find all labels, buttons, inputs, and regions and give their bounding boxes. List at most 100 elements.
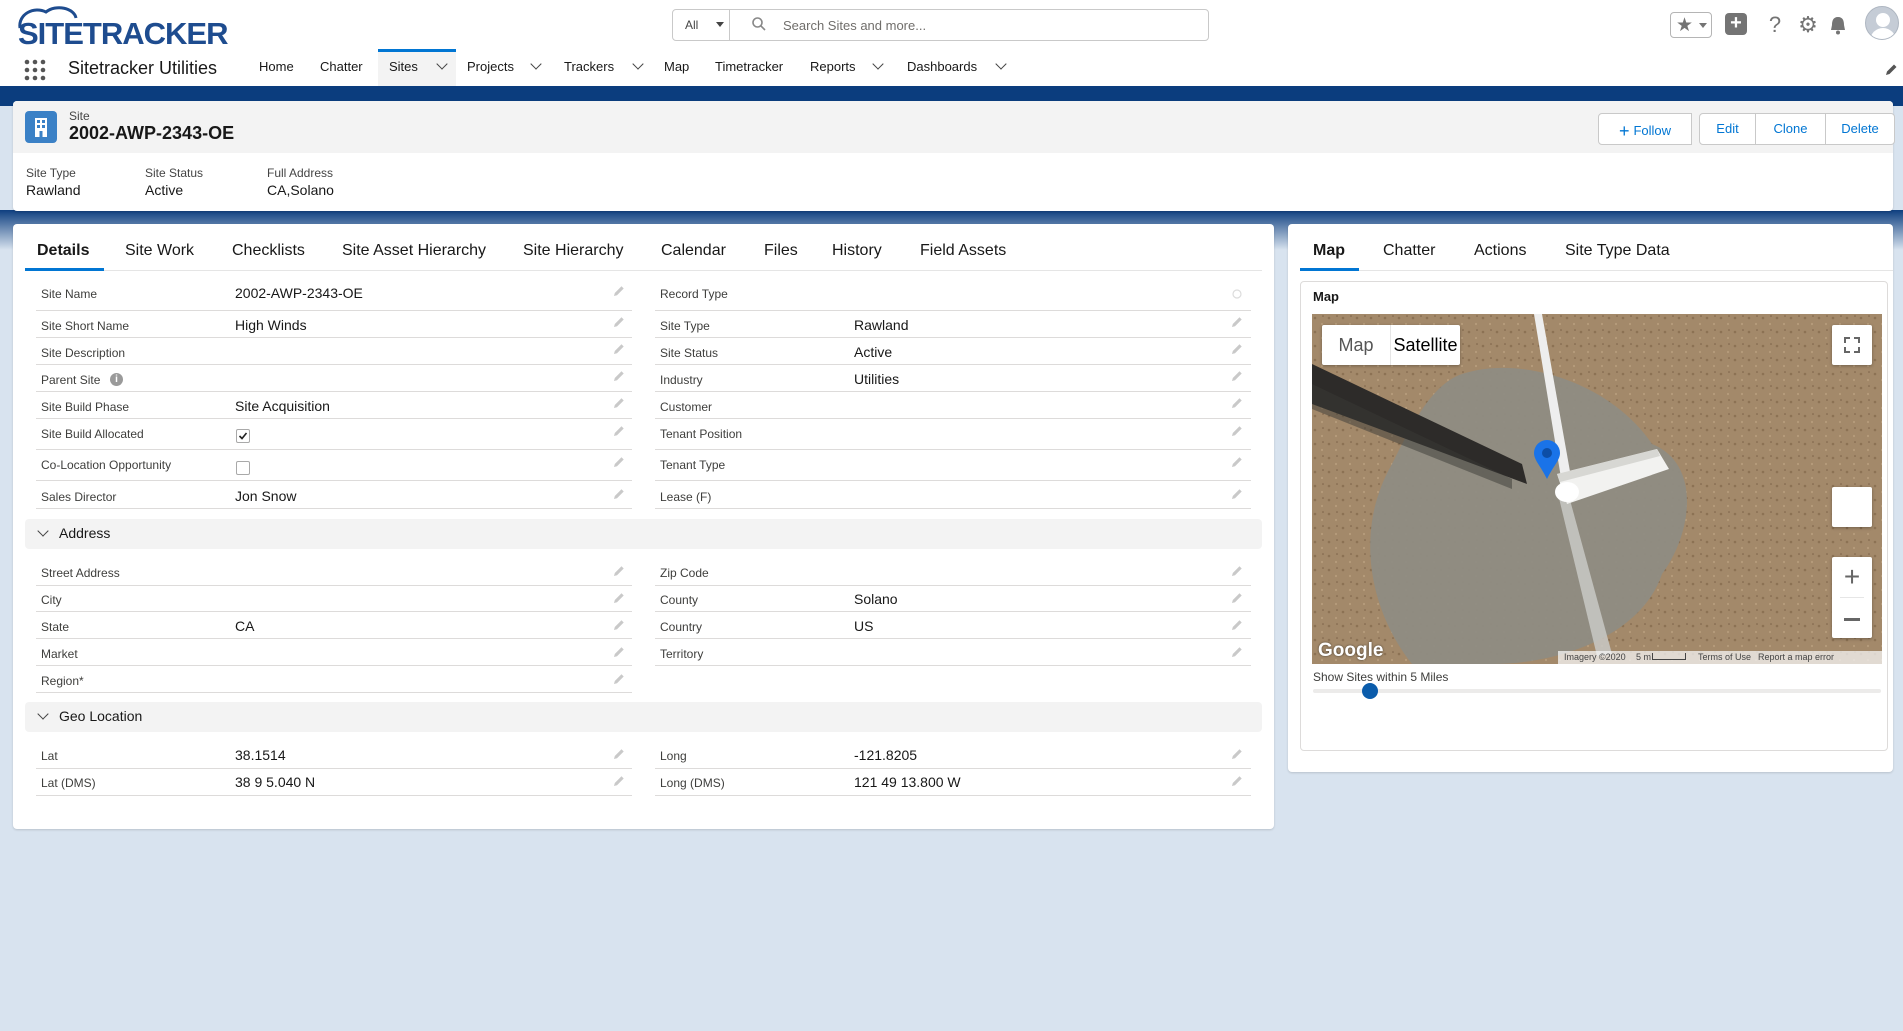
fullscreen-button[interactable]: [1832, 325, 1872, 365]
field-value-site-name: 2002-AWP-2343-OE: [235, 285, 363, 301]
tab-details[interactable]: Details: [37, 242, 89, 260]
tab-files[interactable]: Files: [764, 242, 798, 260]
checkmark-icon: [238, 432, 248, 440]
edit-pencil-icon[interactable]: [1231, 646, 1243, 658]
tab-site-hierarchy[interactable]: Site Hierarchy: [523, 242, 623, 260]
nav-item-projects[interactable]: Projects: [467, 58, 542, 74]
zoom-out-minus-icon[interactable]: [1844, 618, 1860, 621]
field-value-sales-director: Jon Snow: [235, 488, 297, 504]
sidetab-site-type-data[interactable]: Site Type Data: [1565, 242, 1670, 260]
app-launcher-icon[interactable]: [24, 59, 46, 81]
edit-pencil-icon[interactable]: [1231, 592, 1243, 604]
report-map-error-link[interactable]: Report a map error: [1758, 652, 1834, 662]
map-type-satellite-button[interactable]: Satellite: [1390, 325, 1460, 365]
edit-pencil-icon[interactable]: [613, 775, 625, 787]
google-logo[interactable]: Google: [1318, 640, 1383, 662]
nav-item-timetracker[interactable]: Timetracker: [715, 59, 783, 74]
edit-pencil-icon[interactable]: [613, 316, 625, 328]
nav-item-trackers[interactable]: Trackers: [564, 58, 644, 74]
edit-pencil-icon[interactable]: [613, 488, 625, 500]
sidetab-map[interactable]: Map: [1313, 242, 1345, 260]
tab-calendar[interactable]: Calendar: [661, 242, 726, 260]
edit-pencil-icon[interactable]: [613, 370, 625, 382]
edit-pencil-icon[interactable]: [613, 646, 625, 658]
user-avatar[interactable]: [1865, 6, 1899, 40]
edit-pencil-icon[interactable]: [613, 673, 625, 685]
delete-button[interactable]: Delete: [1825, 113, 1895, 145]
field-divider: [36, 665, 632, 666]
edit-pencil-icon[interactable]: [613, 619, 625, 631]
section-geo-location-header[interactable]: Geo Location: [25, 702, 1262, 732]
field-label-parent-site: Parent Site: [41, 373, 101, 387]
radius-slider-track[interactable]: [1313, 689, 1881, 693]
sidetab-actions[interactable]: Actions: [1474, 242, 1526, 260]
chevron-down-icon[interactable]: [995, 58, 1007, 70]
map-type-map-button[interactable]: Map: [1322, 325, 1390, 365]
chevron-down-icon[interactable]: [632, 58, 644, 70]
edit-pencil-icon[interactable]: [1231, 565, 1243, 577]
edit-pencil-icon[interactable]: [613, 425, 625, 437]
edit-pencil-icon[interactable]: [1231, 748, 1243, 760]
search-scope-select[interactable]: All: [672, 9, 730, 41]
edit-pencil-icon[interactable]: [1231, 488, 1243, 500]
nav-item-chatter[interactable]: Chatter: [320, 59, 363, 74]
sidetab-chatter[interactable]: Chatter: [1383, 242, 1435, 260]
edit-pencil-icon[interactable]: [613, 397, 625, 409]
zoom-in-plus-icon[interactable]: +: [1832, 557, 1872, 597]
info-icon[interactable]: i: [110, 373, 123, 386]
imagery-attribution: Imagery ©2020: [1564, 652, 1626, 662]
terms-of-use-link[interactable]: Terms of Use: [1698, 652, 1751, 662]
chevron-down-icon[interactable]: [530, 58, 542, 70]
edit-pencil-icon[interactable]: [1231, 456, 1243, 468]
global-create-plus-icon[interactable]: +: [1725, 13, 1747, 35]
edit-pencil-icon[interactable]: [613, 565, 625, 577]
nav-item-sites[interactable]: Sites: [389, 58, 448, 74]
edit-pencil-icon[interactable]: [613, 592, 625, 604]
edit-pencil-icon[interactable]: [1231, 775, 1243, 787]
field-label-region: Region*: [41, 674, 84, 688]
tab-history[interactable]: History: [832, 242, 882, 260]
edit-nav-pencil-icon[interactable]: [1884, 63, 1898, 77]
chevron-down-icon[interactable]: [436, 58, 448, 70]
clone-button[interactable]: Clone: [1755, 113, 1826, 145]
help-icon[interactable]: ?: [1762, 12, 1788, 38]
section-address-header[interactable]: Address: [25, 519, 1262, 549]
global-search-input[interactable]: Search Sites and more...: [729, 9, 1209, 41]
notifications-bell-icon[interactable]: [1827, 14, 1849, 36]
edit-pencil-icon[interactable]: [1231, 343, 1243, 355]
nav-item-map[interactable]: Map: [664, 59, 689, 74]
edit-pencil-icon[interactable]: [613, 748, 625, 760]
tab-site-asset-hierarchy[interactable]: Site Asset Hierarchy: [342, 242, 486, 260]
field-value-country: US: [854, 618, 874, 634]
edit-pencil-icon[interactable]: [1231, 425, 1243, 437]
logo-text: SITETRACKER: [18, 16, 228, 51]
nav-item-dashboards[interactable]: Dashboards: [907, 58, 1007, 74]
map-location-pin-icon[interactable]: [1532, 439, 1562, 481]
edit-pencil-icon[interactable]: [613, 285, 625, 297]
nav-item-home[interactable]: Home: [259, 59, 294, 74]
field-divider: [36, 692, 632, 693]
tab-checklists[interactable]: Checklists: [232, 242, 305, 260]
edit-button[interactable]: Edit: [1699, 113, 1756, 145]
nav-item-reports[interactable]: Reports: [810, 58, 884, 74]
field-label-site-description: Site Description: [41, 346, 126, 360]
edit-pencil-icon[interactable]: [613, 343, 625, 355]
edit-pencil-icon[interactable]: [1231, 370, 1243, 382]
tab-field-assets[interactable]: Field Assets: [920, 242, 1006, 260]
star-icon: ★: [1676, 15, 1694, 36]
favorites-button[interactable]: ★: [1670, 12, 1712, 38]
tab-site-work[interactable]: Site Work: [125, 242, 194, 260]
map-scale-label[interactable]: 5 m: [1636, 652, 1651, 662]
edit-pencil-icon[interactable]: [1231, 619, 1243, 631]
edit-pencil-icon[interactable]: [1231, 397, 1243, 409]
chevron-down-icon[interactable]: [871, 58, 884, 70]
setup-gear-icon[interactable]: ⚙: [1795, 12, 1821, 38]
sitetracker-logo[interactable]: SITETRACKER: [14, 4, 228, 51]
satellite-map[interactable]: Map Satellite + Google Imagery ©2020 5 m…: [1312, 314, 1882, 664]
edit-pencil-icon[interactable]: [1231, 316, 1243, 328]
radius-slider-thumb[interactable]: [1361, 683, 1378, 699]
follow-button[interactable]: + Follow: [1598, 113, 1692, 145]
street-view-pegman-button[interactable]: [1832, 487, 1872, 527]
edit-pencil-icon[interactable]: [613, 456, 625, 468]
field-value-county: Solano: [854, 591, 898, 607]
